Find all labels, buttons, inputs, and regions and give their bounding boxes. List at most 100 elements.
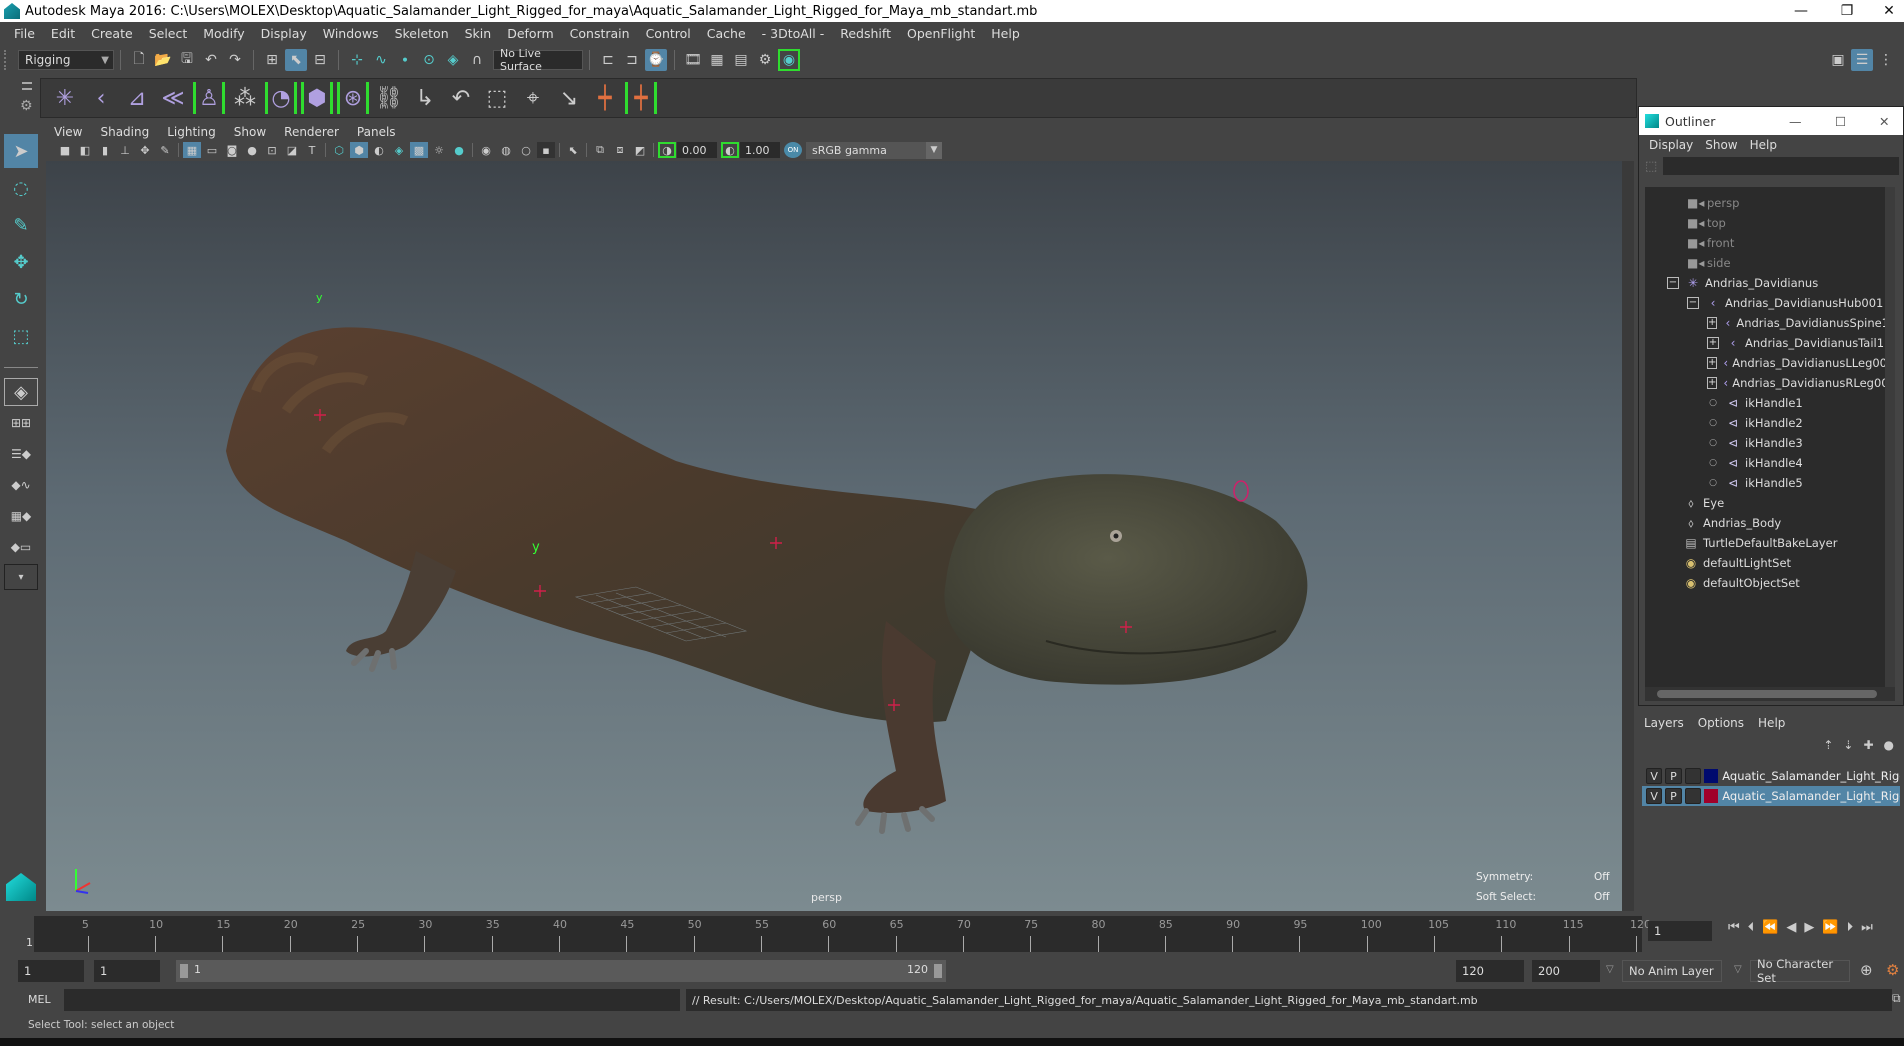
field-chart-icon[interactable]: ⊡ <box>263 142 281 158</box>
select-component-icon[interactable]: ⊟ <box>309 49 331 71</box>
command-input[interactable] <box>64 989 680 1011</box>
outliner-search-input[interactable] <box>1663 157 1899 175</box>
save-scene-icon[interactable]: 🖫 <box>176 49 198 71</box>
safe-title-icon[interactable]: T <box>303 142 321 158</box>
layer-display-type-toggle[interactable] <box>1684 788 1701 804</box>
gamma-icon[interactable]: ◐ <box>721 142 739 158</box>
output-ops-icon[interactable]: ⊐ <box>621 49 643 71</box>
animation-start-field[interactable]: 1 <box>18 960 84 982</box>
outliner-item[interactable]: ◉ defaultObjectSet <box>1645 573 1889 593</box>
tool-settings-icon[interactable]: ⋮ <box>1875 49 1897 71</box>
depth-of-field-icon[interactable]: ▪ <box>537 142 555 158</box>
ipr-icon[interactable]: ▤ <box>730 49 752 71</box>
layer-row[interactable]: VP Aquatic_Salamander_Light_Rigged <box>1642 786 1900 806</box>
menu-modify[interactable]: Modify <box>195 26 252 41</box>
aim-constraint-icon[interactable]: ⌖ <box>517 82 549 114</box>
film-gate-icon[interactable]: ▭ <box>203 142 221 158</box>
menu-cache[interactable]: Cache <box>699 26 754 41</box>
outliner-persp-layout-icon[interactable]: ☰◆ <box>4 440 38 468</box>
snap-grid-icon[interactable]: ⊹ <box>346 49 368 71</box>
scale-constraint-icon[interactable]: ⬚ <box>481 82 513 114</box>
xray-icon[interactable]: ◈ <box>390 142 408 158</box>
anim-layer-field[interactable]: No Anim Layer <box>1622 960 1722 982</box>
panel-menu-shading[interactable]: Shading <box>91 125 158 139</box>
snap-magnet-icon[interactable]: ∩ <box>466 49 488 71</box>
four-view-layout-icon[interactable]: ⊞⊞ <box>4 409 38 437</box>
open-scene-icon[interactable]: 📂 <box>152 49 174 71</box>
menu-create[interactable]: Create <box>83 26 141 41</box>
layer-color-swatch[interactable] <box>1703 769 1719 783</box>
auto-key-icon[interactable]: ⊕ <box>1860 961 1873 979</box>
step-forward-frame-icon[interactable]: ⏵ <box>1847 920 1854 935</box>
layer-display-type-toggle[interactable] <box>1684 768 1701 784</box>
viewport-scrollbar[interactable] <box>1622 161 1634 911</box>
new-scene-icon[interactable]: 🗋 <box>128 49 150 71</box>
graph-persp-layout-icon[interactable]: ◆∿ <box>4 471 38 499</box>
outliner-item[interactable]: ■◂ persp <box>1645 193 1889 213</box>
layer-menu-layers[interactable]: Layers <box>1644 716 1684 730</box>
single-perspective-layout-icon[interactable]: ◈ <box>4 378 38 406</box>
undo-icon[interactable]: ↶ <box>200 49 222 71</box>
step-back-frame-icon[interactable]: ⏴ <box>1748 920 1755 935</box>
hypershade-persp-layout-icon[interactable]: ▦◆ <box>4 502 38 530</box>
viewport-persp[interactable]: y y persp Symmetry: Off Soft Select: Off <box>46 161 1622 911</box>
textured-icon[interactable]: ▩ <box>410 142 428 158</box>
grid-icon[interactable]: ▦ <box>183 142 201 158</box>
ambient-occlusion-icon[interactable]: ◉ <box>477 142 495 158</box>
outliner-item[interactable]: ○ ⊲ ikHandle5 <box>1645 473 1889 493</box>
outliner-item[interactable]: ■◂ top <box>1645 213 1889 233</box>
outliner-vertical-scrollbar[interactable] <box>1885 187 1895 687</box>
resolution-gate-icon[interactable]: ◙ <box>223 142 241 158</box>
pole-vector-icon[interactable]: ↘ <box>553 82 585 114</box>
menu-redshift[interactable]: Redshift <box>832 26 899 41</box>
menu-skeleton[interactable]: Skeleton <box>387 26 457 41</box>
render-settings-icon[interactable]: ⚙ <box>754 49 776 71</box>
step-forward-key-icon[interactable]: ⏩ <box>1822 920 1838 935</box>
gate-mask-icon[interactable]: ● <box>243 142 261 158</box>
new-empty-layer-icon[interactable]: ✚ <box>1863 738 1873 752</box>
shelf-tabs-menu-icon[interactable] <box>22 82 32 90</box>
restore-button[interactable]: ❐ <box>1824 0 1870 22</box>
outliner-item[interactable]: − ✳ Andrias_Davidianus <box>1645 273 1889 293</box>
menu-select[interactable]: Select <box>141 26 196 41</box>
attribute-editor-icon[interactable]: ☰ <box>1851 49 1873 71</box>
menu-edit[interactable]: Edit <box>43 26 83 41</box>
scale-tool-icon[interactable]: ⬚ <box>4 319 38 353</box>
outliner-item[interactable]: ○ ⊲ ikHandle4 <box>1645 453 1889 473</box>
outliner-maximize-button[interactable]: ☐ <box>1835 114 1846 129</box>
step-back-key-icon[interactable]: ⏪ <box>1762 920 1778 935</box>
layer-playback-toggle[interactable]: P <box>1665 768 1682 784</box>
move-layer-down-icon[interactable]: ⇣ <box>1843 738 1853 752</box>
rotate-tool-icon[interactable]: ↻ <box>4 282 38 316</box>
outliner-menu-show[interactable]: Show <box>1699 138 1743 152</box>
move-layer-up-icon[interactable]: ⇡ <box>1823 738 1833 752</box>
layer-visibility-toggle[interactable]: V <box>1646 768 1663 784</box>
input-ops-icon[interactable]: ⊏ <box>597 49 619 71</box>
grease-pencil-icon[interactable]: ✎ <box>156 142 174 158</box>
play-forwards-icon[interactable]: ▶ <box>1804 920 1814 935</box>
outliner-minimize-button[interactable]: — <box>1789 114 1802 129</box>
outliner-item[interactable]: ◉ defaultLightSet <box>1645 553 1889 573</box>
hypershade-icon[interactable]: ◉ <box>778 49 800 71</box>
menu-windows[interactable]: Windows <box>315 26 387 41</box>
current-frame-field[interactable]: 1 <box>1648 921 1712 941</box>
range-start-handle[interactable] <box>180 964 188 978</box>
panel-menu-panels[interactable]: Panels <box>348 125 405 139</box>
menu-display[interactable]: Display <box>253 26 315 41</box>
anti-aliasing-icon[interactable]: ○ <box>517 142 535 158</box>
minimize-button[interactable]: — <box>1778 0 1824 22</box>
collapse-icon[interactable]: − <box>1667 277 1679 289</box>
quick-rig-icon[interactable]: ♙ <box>193 82 225 114</box>
panel-menu-view[interactable]: View <box>45 125 91 139</box>
animation-end-field[interactable]: 200 <box>1532 960 1600 982</box>
exposure-icon[interactable]: ◑ <box>658 142 676 158</box>
color-management-toggle[interactable]: ON <box>784 142 802 158</box>
menu-help[interactable]: Help <box>983 26 1028 41</box>
range-slider[interactable]: 1 120 <box>176 960 946 982</box>
wireframe-on-shaded-icon[interactable]: ◐ <box>370 142 388 158</box>
view-transform-dropdown[interactable]: sRGB gamma ▼ <box>806 141 942 159</box>
redo-icon[interactable]: ↷ <box>224 49 246 71</box>
go-to-start-icon[interactable]: ⏮ <box>1728 920 1740 935</box>
parent-constraint-icon[interactable]: ⛓ <box>373 82 405 114</box>
outliner-item[interactable]: + ‹ Andrias_DavidianusLLeg003 <box>1645 353 1894 373</box>
